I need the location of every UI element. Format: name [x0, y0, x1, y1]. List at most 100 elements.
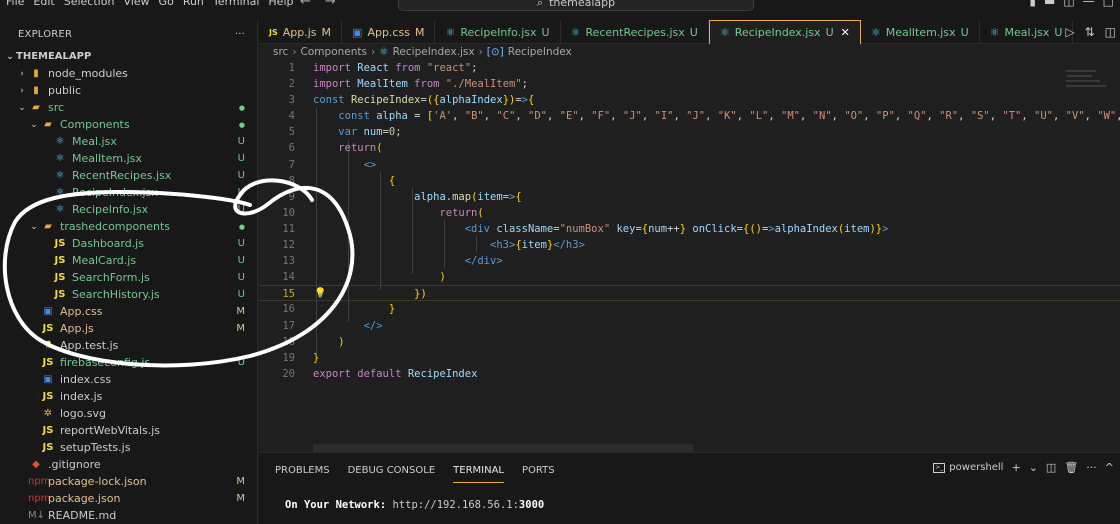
- tree-item[interactable]: JS App.js M: [0, 320, 257, 337]
- split-editor-icon[interactable]: ◫: [1105, 25, 1116, 39]
- tab-recentrecipes-jsx[interactable]: ⚛ RecentRecipes.jsx U: [561, 20, 709, 44]
- lightbulb-icon[interactable]: 💡: [314, 286, 326, 302]
- line-number: 20: [282, 367, 295, 380]
- tab-ports[interactable]: PORTS: [522, 465, 555, 476]
- tab-debug-console[interactable]: DEBUG CONSOLE: [348, 465, 436, 476]
- tree-item[interactable]: ⚛ RecipeInfo.jsx U: [0, 201, 257, 218]
- tab-recipeindex-jsx[interactable]: ⚛ RecipeIndex.jsx U ✕: [708, 20, 861, 44]
- git-status-badge: U: [237, 187, 245, 198]
- tree-item[interactable]: › ▮ node_modules: [0, 65, 257, 82]
- menu-selection[interactable]: Selection: [64, 0, 115, 8]
- tree-item[interactable]: JS MealCard.js U: [0, 252, 257, 269]
- tab-app-css[interactable]: ▣ App.css M: [342, 20, 436, 44]
- minimize-icon[interactable]: —: [1083, 0, 1095, 8]
- breadcrumb-src[interactable]: src: [273, 46, 288, 58]
- code-line[interactable]: 7 <>: [259, 157, 1120, 173]
- tree-item[interactable]: › ▮ public: [0, 82, 257, 99]
- tree-item[interactable]: JS firebaseconfig.js U: [0, 354, 257, 371]
- horizontal-scrollbar[interactable]: [313, 444, 693, 452]
- tree-item[interactable]: ⚛ Meal.jsx U: [0, 133, 257, 150]
- more-actions-icon[interactable]: ···: [235, 29, 245, 40]
- code-line[interactable]: 13 </div>: [259, 253, 1120, 269]
- menu-edit[interactable]: Edit: [33, 0, 54, 8]
- terminal-shell-selector[interactable]: >_ powershell: [933, 462, 1003, 473]
- tab-problems[interactable]: PROBLEMS: [275, 465, 330, 476]
- tree-item[interactable]: npm package-lock.json M: [0, 473, 257, 490]
- tree-item[interactable]: JS Dashboard.js U: [0, 235, 257, 252]
- tree-item[interactable]: ▣ App.css M: [0, 303, 257, 320]
- tree-item[interactable]: JS SearchForm.js U: [0, 269, 257, 286]
- code-line[interactable]: 5 var num=0;: [259, 124, 1120, 140]
- tab-mealitem-jsx[interactable]: ⚛ MealItem.jsx U: [861, 20, 980, 44]
- tree-item[interactable]: npm package.json M: [0, 490, 257, 507]
- tree-item[interactable]: ✲ logo.svg: [0, 405, 257, 422]
- tree-item[interactable]: ⚛ RecipeIndex.jsx U: [0, 184, 257, 201]
- code-line[interactable]: 6 return(: [259, 140, 1120, 156]
- tree-item[interactable]: JS reportWebVitals.js: [0, 422, 257, 439]
- maximize-icon[interactable]: □: [1103, 0, 1114, 8]
- tree-item[interactable]: JS setupTests.js: [0, 439, 257, 456]
- tab-recipeinfo-jsx[interactable]: ⚛ RecipeInfo.jsx U: [435, 20, 561, 44]
- tab-meal-jsx[interactable]: ⚛ Meal.jsx U: [980, 20, 1074, 44]
- tree-item[interactable]: ⌄ ▰ Components ●: [0, 116, 257, 133]
- menu-terminal[interactable]: Terminal: [213, 0, 260, 8]
- command-center-search[interactable]: ⌕ themealapp: [398, 0, 754, 11]
- code-line[interactable]: 10 return(: [259, 205, 1120, 221]
- code-line[interactable]: 2 import MealItem from "./MealItem";: [259, 76, 1120, 92]
- menu-run[interactable]: Run: [183, 0, 204, 8]
- code-line[interactable]: 8 {: [259, 173, 1120, 189]
- code-line[interactable]: 17 </>: [259, 318, 1120, 334]
- code-line[interactable]: 19}: [259, 350, 1120, 366]
- code-line[interactable]: 12 <h3>{item}</h3>: [259, 237, 1120, 253]
- layout-icon[interactable]: ◫: [1063, 0, 1074, 8]
- js-icon: JS: [54, 238, 66, 249]
- toggle-sidebar-icon[interactable]: ▮: [1029, 0, 1036, 8]
- add-terminal-icon[interactable]: +: [1011, 461, 1020, 474]
- tree-item[interactable]: JS SearchHistory.js U: [0, 286, 257, 303]
- tab-terminal[interactable]: TERMINAL: [453, 458, 505, 483]
- tree-item[interactable]: ⌄ ▰ trashedcomponents ●: [0, 218, 257, 235]
- tab-app-js[interactable]: JS App.js M: [259, 20, 343, 44]
- code-line[interactable]: 3 const RecipeIndex=({alphaIndex})=>{: [259, 92, 1120, 108]
- code-line[interactable]: 11 <div className="numBox" key={num++} o…: [259, 221, 1120, 237]
- terminal-output[interactable]: On Your Network: http://192.168.56.1:300…: [285, 499, 544, 511]
- menu-help[interactable]: Help: [268, 0, 293, 8]
- tree-item[interactable]: ◆ .gitignore: [0, 456, 257, 473]
- tree-item[interactable]: ⚗ App.test.js: [0, 337, 257, 354]
- code-line[interactable]: 16 }: [259, 301, 1120, 317]
- chevron-down-icon[interactable]: ⌄: [1029, 461, 1038, 474]
- tree-item[interactable]: JS index.js: [0, 388, 257, 405]
- code-line[interactable]: 1 import React from "react";: [259, 60, 1120, 76]
- code-line[interactable]: 15 }) 💡: [259, 285, 1120, 302]
- code-line[interactable]: 9 alpha.map(item=>{: [259, 189, 1120, 205]
- minimap[interactable]: [1066, 70, 1106, 110]
- code-line[interactable]: 20 export default RecipeIndex: [259, 366, 1120, 382]
- code-line[interactable]: 4 const alpha = ['A', "B", "C", "D", "E"…: [259, 108, 1120, 124]
- back-arrow-icon[interactable]: ←: [300, 0, 311, 9]
- toggle-panel-icon[interactable]: ▬: [1044, 0, 1055, 8]
- breadcrumb-symbol[interactable]: RecipeIndex: [508, 46, 572, 58]
- menu-view[interactable]: View: [123, 0, 149, 8]
- more-actions-icon[interactable]: ···: [1086, 461, 1097, 474]
- run-icon[interactable]: ▷: [1065, 25, 1074, 39]
- tree-item[interactable]: M↓ README.md: [0, 507, 257, 524]
- line-number: 4: [288, 110, 295, 123]
- tree-item[interactable]: ⌄ ▰ src ●: [0, 99, 257, 116]
- code-line[interactable]: 18 ): [259, 334, 1120, 350]
- compare-icon[interactable]: ⇅: [1085, 25, 1095, 39]
- menu-go[interactable]: Go: [159, 0, 174, 8]
- close-icon[interactable]: ✕: [841, 26, 850, 39]
- split-terminal-icon[interactable]: ◫: [1046, 461, 1056, 474]
- code-line[interactable]: 14 ): [259, 269, 1120, 285]
- workspace-root[interactable]: ⌄ THEMEALAPP: [0, 48, 257, 65]
- forward-arrow-icon[interactable]: →: [325, 0, 336, 9]
- trash-icon[interactable]: 🗑: [1064, 461, 1078, 474]
- tree-item[interactable]: ⚛ MealItem.jsx U: [0, 150, 257, 167]
- code-editor[interactable]: 1 import React from "react"; 2 import MealI…: [259, 60, 1120, 382]
- breadcrumb-components[interactable]: Components: [301, 46, 367, 58]
- tree-item[interactable]: ⚛ RecentRecipes.jsx U: [0, 167, 257, 184]
- chevron-up-icon[interactable]: ^: [1105, 461, 1114, 474]
- breadcrumb-file[interactable]: RecipeIndex.jsx: [393, 46, 475, 58]
- tree-item[interactable]: ▣ index.css: [0, 371, 257, 388]
- menu-file[interactable]: File: [6, 0, 24, 8]
